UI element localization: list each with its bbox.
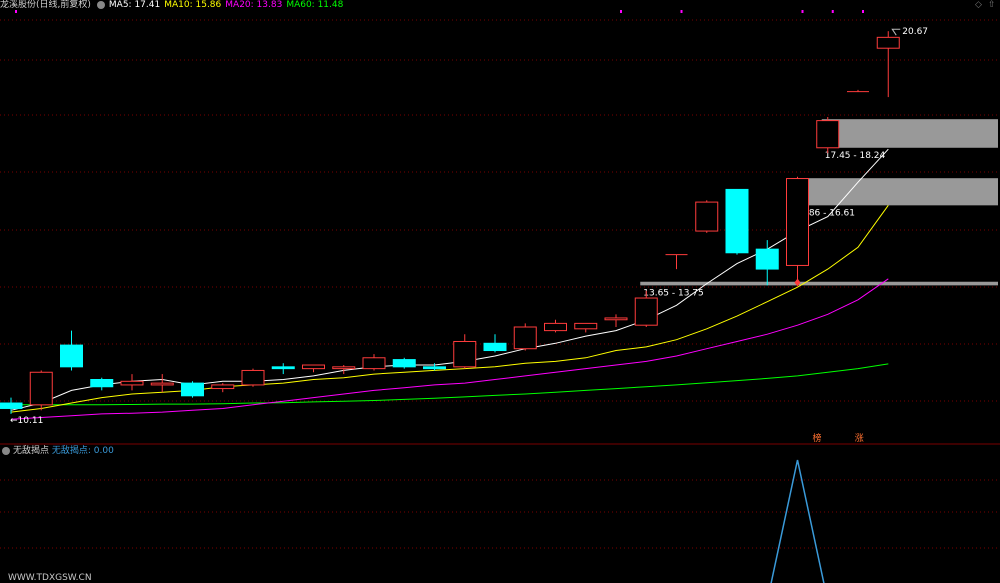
settings-dot-icon[interactable] — [96, 0, 105, 9]
top-marker — [801, 10, 804, 13]
candle-body — [695, 201, 719, 232]
signal-label: 涨 — [855, 433, 864, 444]
candlesticks[interactable] — [0, 31, 900, 414]
up-arrow-icon[interactable]: ⇧ — [988, 1, 996, 10]
stock-name[interactable]: 龙溪股份 — [0, 0, 36, 10]
candle[interactable] — [483, 334, 507, 353]
candle[interactable] — [302, 364, 325, 373]
candle[interactable] — [60, 330, 83, 371]
candle[interactable] — [29, 370, 53, 411]
candle-body — [90, 379, 114, 388]
candle[interactable] — [241, 368, 265, 387]
candle[interactable] — [604, 314, 628, 327]
candle-body — [816, 120, 840, 149]
indicator-title[interactable]: 无敌揭点 — [13, 446, 49, 456]
ma10-label: MA10: 15.86 — [164, 0, 222, 10]
candle[interactable] — [665, 254, 688, 270]
ma20-line — [10, 278, 889, 420]
candle-body — [211, 384, 235, 390]
candle-body — [513, 326, 537, 350]
indicator-panel — [770, 459, 825, 583]
candle-body — [574, 322, 598, 330]
price-zone — [821, 119, 998, 148]
candle[interactable] — [574, 322, 598, 333]
indicator-value: 无敌揭点: 0.00 — [51, 446, 114, 456]
candle[interactable] — [271, 363, 295, 375]
candle-body — [725, 188, 749, 254]
candle[interactable] — [725, 188, 749, 255]
candle-body — [120, 380, 144, 386]
price-zone — [791, 178, 998, 206]
indicator-settings-dot-icon[interactable] — [2, 446, 10, 455]
indicator-header: 无敌揭点 无敌揭点: 0.00 — [0, 446, 114, 457]
candle[interactable] — [150, 374, 174, 393]
candle[interactable] — [90, 377, 114, 391]
candle-body — [241, 369, 265, 386]
candle-body — [181, 382, 204, 397]
price-zone — [640, 281, 998, 286]
high-price-label: 20.67 — [902, 27, 928, 37]
candle-body — [392, 359, 416, 368]
candle-body — [755, 248, 779, 270]
candle[interactable] — [876, 31, 900, 98]
candle[interactable] — [786, 176, 809, 286]
candle[interactable] — [513, 323, 537, 351]
candle-body — [362, 357, 386, 370]
candle[interactable] — [211, 383, 235, 393]
adjust-mode[interactable]: (日线,前复权) — [36, 0, 91, 10]
ma5-line — [10, 148, 889, 411]
candle[interactable] — [120, 374, 144, 391]
zone-label: 17.45 - 18.24 — [825, 151, 886, 161]
candle-body — [876, 36, 900, 49]
watermark: WWW.TDXGSW.CN — [8, 573, 92, 583]
chart-header: 龙溪股份(日线,前复权) MA5: 17.41 MA10: 15.86 MA20: 1… — [0, 0, 347, 12]
ma5-label: MA5: 17.41 — [108, 0, 161, 10]
signal-label: 榜 — [813, 432, 822, 444]
candle-body — [302, 364, 325, 370]
candle[interactable] — [695, 200, 719, 233]
top-marker — [862, 10, 864, 13]
candle[interactable] — [181, 381, 204, 398]
candle-body — [786, 178, 809, 266]
zone-label: 13.65 - 13.75 — [643, 288, 704, 298]
ma60-label: MA60: 11.48 — [286, 0, 344, 10]
candle[interactable] — [362, 354, 386, 371]
candle-body — [544, 322, 567, 332]
candle-body — [453, 340, 477, 368]
kline-chart[interactable]: 13.65 - 13.7515.86 - 16.6117.45 - 18.24 … — [0, 0, 1000, 583]
candle[interactable] — [816, 117, 840, 154]
low-price-label: ←10.11 — [10, 416, 43, 426]
candle-body — [423, 366, 446, 370]
candle[interactable] — [453, 334, 477, 369]
candle-body — [150, 382, 174, 386]
candle-body — [29, 371, 53, 406]
high-price-pointer — [891, 28, 901, 36]
candle-body — [0, 402, 23, 409]
candle-body — [332, 366, 356, 370]
top-marker — [680, 10, 683, 13]
diamond-icon[interactable]: ◇ — [975, 1, 982, 10]
candle[interactable] — [755, 240, 779, 286]
top-marker — [831, 10, 834, 13]
candle-body — [483, 342, 507, 352]
ma20-label: MA20: 13.83 — [225, 0, 283, 10]
candle-body — [634, 297, 658, 326]
candle-body — [604, 317, 628, 321]
candle[interactable] — [392, 357, 416, 369]
candle[interactable] — [544, 319, 567, 333]
candle-body — [60, 344, 83, 368]
indicator-line — [770, 459, 825, 583]
top-marker — [620, 10, 622, 13]
candle-body — [271, 366, 295, 370]
candle[interactable] — [847, 89, 869, 93]
